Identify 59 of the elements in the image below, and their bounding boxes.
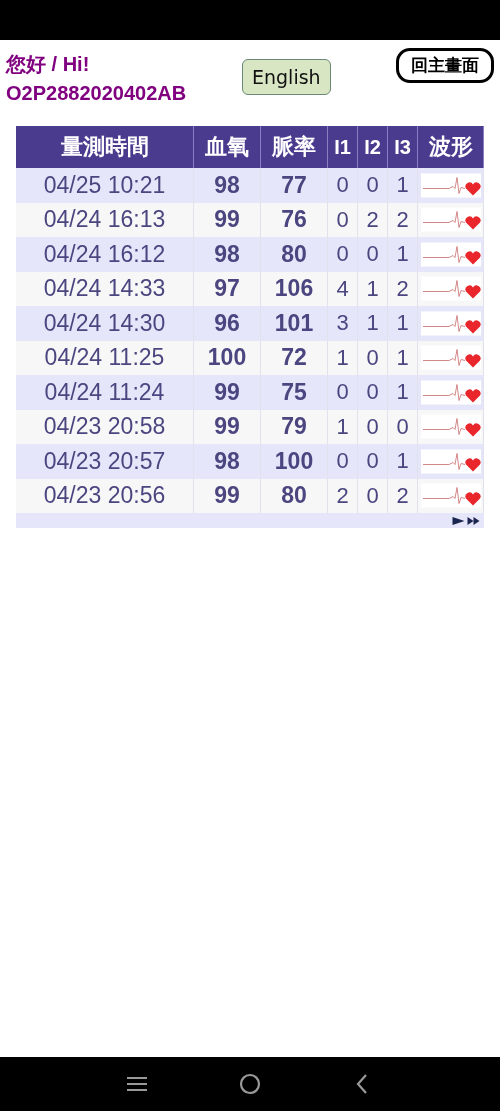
device-id: O2P2882020402AB	[6, 81, 188, 106]
table-cell: 96	[193, 306, 261, 341]
table-cell: 3	[327, 306, 358, 341]
table-cell: 72	[260, 340, 328, 375]
table-cell: 79	[260, 409, 328, 444]
table-cell: 04/23 20:57	[16, 444, 194, 479]
column-header: I1	[327, 126, 358, 168]
table-cell: 80	[260, 237, 328, 272]
table-cell: 0	[327, 444, 358, 479]
table-cell: 98	[193, 237, 261, 272]
table-cell: 04/23 20:58	[16, 409, 194, 444]
column-header: 血氧	[193, 126, 261, 168]
table-cell: 1	[357, 306, 388, 341]
table-cell: 1	[387, 444, 418, 479]
table-cell: 80	[260, 478, 328, 513]
table-cell: 99	[193, 202, 261, 237]
table-cell: 77	[260, 168, 328, 203]
table-cell: 101	[260, 306, 328, 341]
table-cell: 04/24 14:30	[16, 306, 194, 341]
last-page-icon[interactable]	[467, 515, 480, 526]
table-cell: 99	[193, 375, 261, 410]
next-page-icon[interactable]	[452, 515, 465, 526]
table-cell: 1	[387, 237, 418, 272]
table-cell: 99	[193, 409, 261, 444]
column-header: I2	[357, 126, 388, 168]
column-header: I3	[387, 126, 418, 168]
table-cell: 04/23 20:56	[16, 478, 194, 513]
column-header: 波形	[417, 126, 484, 168]
table-cell: 04/24 16:12	[16, 237, 194, 272]
table-cell: 99	[193, 478, 261, 513]
table-cell: 0	[327, 168, 358, 203]
table-cell: 0	[357, 375, 388, 410]
table-cell: 0	[357, 168, 388, 203]
table-cell: 100	[193, 340, 261, 375]
table-cell: 04/24 11:25	[16, 340, 194, 375]
table-cell: 98	[193, 168, 261, 203]
table-cell: 04/24 16:13	[16, 202, 194, 237]
table-cell: 98	[193, 444, 261, 479]
column-header: 脈率	[260, 126, 328, 168]
home-button[interactable]: 回主畫面	[396, 48, 494, 83]
table-cell: 1	[387, 306, 418, 341]
table-cell: 76	[260, 202, 328, 237]
table-cell: 106	[260, 271, 328, 306]
table-cell: 04/25 10:21	[16, 168, 194, 203]
greeting-text: 您好 / Hi!	[6, 52, 91, 77]
language-button[interactable]: English	[242, 59, 331, 95]
table-cell: 1	[387, 375, 418, 410]
table-cell: 0	[327, 375, 358, 410]
table-cell: 1	[387, 168, 418, 203]
table-cell: 75	[260, 375, 328, 410]
table-cell: 04/24 14:33	[16, 271, 194, 306]
table-cell: 0	[357, 237, 388, 272]
table-cell: 100	[260, 444, 328, 479]
home-icon[interactable]	[238, 1072, 262, 1096]
table-cell: 0	[357, 444, 388, 479]
table-cell: 04/24 11:24	[16, 375, 194, 410]
column-header: 量測時間	[16, 126, 194, 168]
table-cell: 97	[193, 271, 261, 306]
table-cell: 0	[327, 237, 358, 272]
